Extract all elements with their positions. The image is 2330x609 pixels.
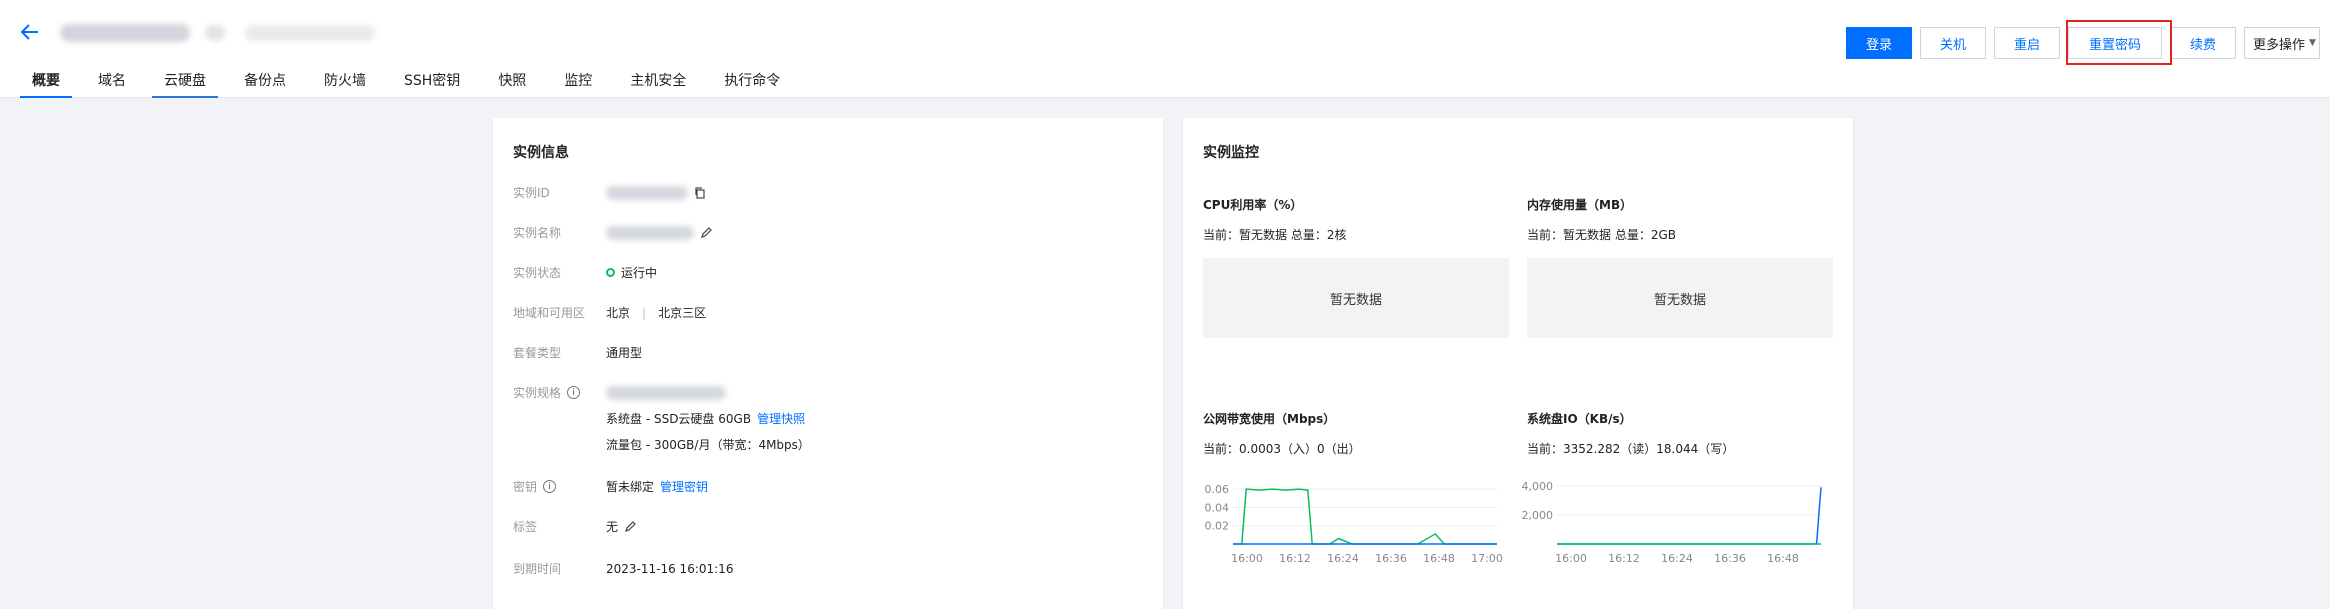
row-key: 密钥 i 暂未绑定 管理密钥 bbox=[513, 478, 708, 495]
row-package: 套餐类型 通用型 bbox=[513, 344, 642, 361]
region-value: 北京 bbox=[606, 306, 631, 320]
cpu-title: CPU利用率（%） bbox=[1203, 198, 1303, 212]
manage-snapshot-link[interactable]: 管理快照 bbox=[757, 410, 805, 427]
x-tick-label: 16:12 bbox=[1608, 552, 1640, 565]
package-value: 通用型 bbox=[606, 346, 643, 360]
tab-domain[interactable]: 域名 bbox=[86, 70, 138, 98]
tab-bar: 概要 域名 云硬盘 备份点 防火墙 SSH密钥 快照 监控 主机安全 执行命令 bbox=[20, 70, 806, 98]
more-actions-button[interactable]: 更多操作 ▼ bbox=[2244, 27, 2320, 59]
instance-info-card: 实例信息 实例ID 实例名称 实例状态 运行中 地域和可用区 北京 | 北京三区… bbox=[493, 118, 1163, 609]
row-region: 地域和可用区 北京 | 北京三区 bbox=[513, 304, 706, 321]
instance-status-value: 运行中 bbox=[621, 266, 658, 280]
instance-title-redacted bbox=[60, 24, 190, 42]
y-tick-label: 0.02 bbox=[1205, 520, 1230, 533]
x-tick-label: 16:24 bbox=[1327, 552, 1359, 565]
back-arrow-icon[interactable] bbox=[18, 20, 42, 44]
cpu-sub: 当前：暂无数据 总量：2核 bbox=[1203, 228, 1347, 242]
expire-value: 2023-11-16 16:01:16 bbox=[606, 561, 734, 576]
label-instance-name: 实例名称 bbox=[513, 226, 562, 240]
label-tag: 标签 bbox=[513, 520, 538, 534]
info-icon[interactable]: i bbox=[543, 480, 557, 493]
tag-value: 无 bbox=[606, 520, 619, 534]
memory-title: 内存使用量（MB） bbox=[1527, 198, 1633, 212]
bandwidth-chart: 0.02 0.04 0.06 16:00 16:12 16:24 16:36 16:48 17:… bbox=[1205, 483, 1503, 565]
tab-snapshot[interactable]: 快照 bbox=[486, 70, 538, 98]
manage-key-link[interactable]: 管理密钥 bbox=[660, 478, 708, 495]
label-key: 密钥 bbox=[513, 480, 538, 494]
more-actions-label: 更多操作 bbox=[2253, 37, 2306, 53]
row-tag: 标签 无 bbox=[513, 518, 636, 535]
spec-value-redacted bbox=[606, 385, 726, 400]
label-instance-status: 实例状态 bbox=[513, 266, 562, 280]
tab-firewall[interactable]: 防火墙 bbox=[312, 70, 378, 98]
copy-icon[interactable] bbox=[694, 186, 706, 199]
cpu-nodata: 暂无数据 bbox=[1203, 258, 1509, 338]
tab-backup[interactable]: 备份点 bbox=[232, 70, 298, 98]
y-tick-label: 0.04 bbox=[1205, 501, 1230, 514]
label-region: 地域和可用区 bbox=[513, 306, 586, 320]
info-icon[interactable]: i bbox=[567, 386, 581, 399]
x-tick-label: 16:24 bbox=[1661, 552, 1693, 565]
chevron-down-icon: ▼ bbox=[2309, 38, 2316, 48]
restart-button[interactable]: 重启 bbox=[1994, 27, 2060, 59]
disk-io-sub: 当前：3352.282（读）18.044（写） bbox=[1527, 442, 1735, 456]
row-traffic: 流量包 - 300GB/月（带宽：4Mbps） bbox=[606, 436, 810, 453]
instance-title-separator-redacted bbox=[205, 25, 225, 41]
row-system-disk: 系统盘 - SSD云硬盘 60GB 管理快照 bbox=[606, 410, 805, 427]
edit-icon[interactable] bbox=[624, 520, 636, 533]
x-tick-label: 16:00 bbox=[1555, 552, 1587, 565]
instance-header: 概要 域名 云硬盘 备份点 防火墙 SSH密钥 快照 监控 主机安全 执行命令 … bbox=[0, 0, 2330, 98]
label-instance-id: 实例ID bbox=[513, 186, 550, 200]
login-button[interactable]: 登录 bbox=[1846, 27, 1912, 59]
instance-id-redacted bbox=[606, 185, 688, 200]
tab-ssh-key[interactable]: SSH密钥 bbox=[392, 70, 472, 98]
instance-monitor-card: 实例监控 CPU利用率（%） 当前：暂无数据 总量：2核 暂无数据 内存使用量（… bbox=[1183, 118, 1853, 609]
bandwidth-sub: 当前：0.0003（入）0（出） bbox=[1203, 442, 1361, 456]
renew-button[interactable]: 续费 bbox=[2170, 27, 2236, 59]
tab-monitor[interactable]: 监控 bbox=[552, 70, 604, 98]
tab-host-security[interactable]: 主机安全 bbox=[618, 70, 698, 98]
running-status-icon bbox=[606, 268, 615, 277]
row-instance-id: 实例ID bbox=[513, 184, 706, 201]
x-tick-label: 16:00 bbox=[1231, 552, 1263, 565]
traffic-value: 流量包 - 300GB/月（带宽：4Mbps） bbox=[606, 438, 810, 452]
region-divider: | bbox=[642, 305, 647, 320]
label-spec: 实例规格 bbox=[513, 386, 562, 400]
memory-sub: 当前：暂无数据 总量：2GB bbox=[1527, 228, 1676, 242]
key-value: 暂未绑定 bbox=[606, 480, 655, 494]
row-spec: 实例规格 i bbox=[513, 384, 726, 401]
bandwidth-title: 公网带宽使用（Mbps） bbox=[1203, 412, 1336, 426]
row-instance-name: 实例名称 bbox=[513, 224, 712, 241]
tab-run-command[interactable]: 执行命令 bbox=[712, 70, 792, 98]
tab-cloud-disk[interactable]: 云硬盘 bbox=[152, 70, 218, 98]
label-expire: 到期时间 bbox=[513, 562, 562, 576]
instance-info-title: 实例信息 bbox=[513, 145, 569, 161]
memory-nodata: 暂无数据 bbox=[1527, 258, 1833, 338]
row-expire: 到期时间 2023-11-16 16:01:16 bbox=[513, 560, 733, 577]
series-line bbox=[1233, 488, 1497, 545]
instance-name-redacted bbox=[606, 225, 694, 240]
row-instance-status: 实例状态 运行中 bbox=[513, 264, 657, 281]
x-tick-label: 16:48 bbox=[1767, 552, 1799, 565]
x-tick-label: 17:00 bbox=[1471, 552, 1503, 565]
disk-io-title: 系统盘IO（KB/s） bbox=[1527, 412, 1632, 426]
disk-io-chart: 2,000 4,000 16:00 16:12 16:24 16:36 16:48 bbox=[1522, 480, 1822, 565]
edit-icon[interactable] bbox=[700, 226, 712, 239]
system-disk-value: 系统盘 - SSD云硬盘 60GB bbox=[606, 412, 752, 426]
reset-password-highlight bbox=[2066, 20, 2172, 65]
shutdown-button[interactable]: 关机 bbox=[1920, 27, 1986, 59]
x-tick-label: 16:12 bbox=[1279, 552, 1311, 565]
x-tick-label: 16:36 bbox=[1714, 552, 1746, 565]
y-tick-label: 4,000 bbox=[1522, 480, 1554, 493]
zone-value: 北京三区 bbox=[658, 306, 707, 320]
y-tick-label: 2,000 bbox=[1522, 509, 1554, 522]
label-package: 套餐类型 bbox=[513, 346, 562, 360]
monitor-title: 实例监控 bbox=[1203, 145, 1259, 161]
x-tick-label: 16:48 bbox=[1423, 552, 1455, 565]
x-tick-label: 16:36 bbox=[1375, 552, 1407, 565]
series-line bbox=[1557, 487, 1822, 545]
instance-subtitle-redacted bbox=[245, 25, 375, 41]
tab-overview[interactable]: 概要 bbox=[20, 70, 72, 98]
y-tick-label: 0.06 bbox=[1205, 483, 1230, 496]
